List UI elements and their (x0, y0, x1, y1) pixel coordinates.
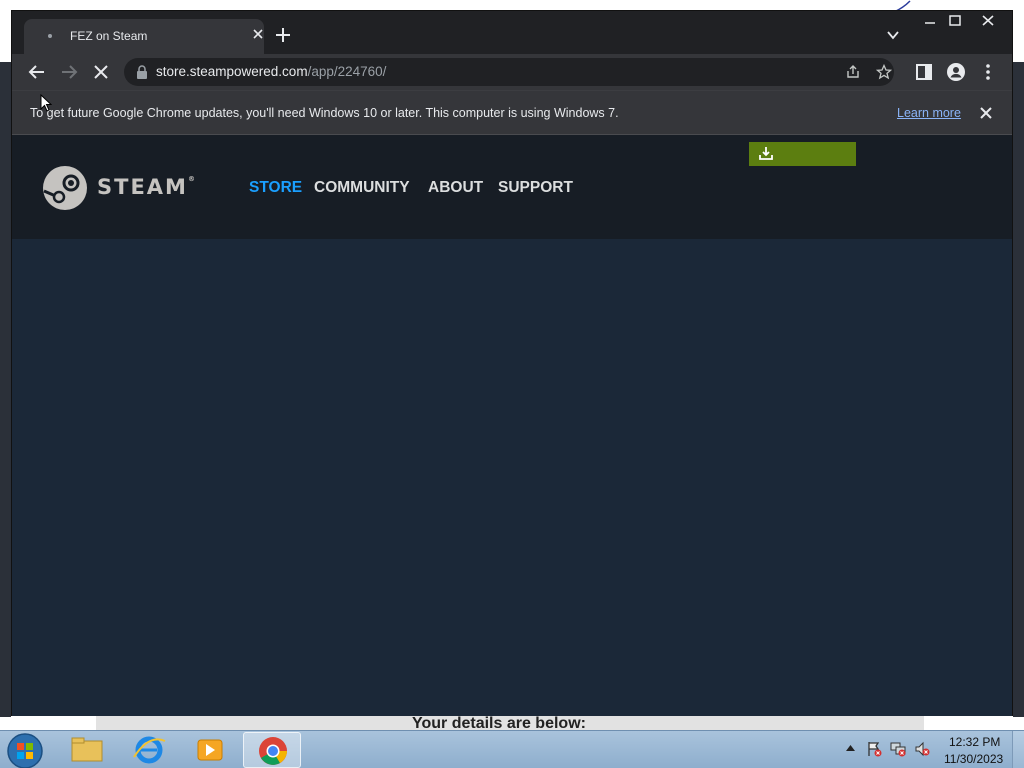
internet-explorer-icon (133, 736, 166, 764)
background-window-edge-left (0, 62, 11, 717)
start-orb-icon[interactable] (6, 732, 44, 768)
browser-toolbar: store.steampowered.com/app/224760/ (12, 54, 1012, 90)
tab-search-chevron-icon[interactable] (886, 28, 900, 42)
action-center-flag-icon[interactable] (866, 741, 882, 757)
learn-more-link[interactable]: Learn more (897, 106, 961, 120)
url-text[interactable]: store.steampowered.com/app/224760/ (156, 64, 386, 79)
show-desktop-button[interactable] (1012, 731, 1024, 768)
side-panel-icon[interactable] (914, 62, 934, 82)
mouse-cursor-icon (40, 94, 52, 112)
background-window-text: Your details are below: (412, 715, 586, 730)
clock-date[interactable]: 11/30/2023 (944, 752, 1003, 766)
steam-wordmark[interactable]: STEAM® (97, 175, 197, 199)
volume-muted-icon[interactable] (914, 741, 930, 757)
taskbar-internet-explorer[interactable] (120, 732, 178, 768)
nav-about[interactable]: ABOUT (428, 179, 483, 197)
tab-close-icon[interactable] (250, 26, 266, 42)
window-maximize-icon[interactable] (942, 11, 968, 31)
share-icon[interactable] (845, 64, 861, 80)
steam-logo-icon[interactable] (42, 165, 88, 211)
tray-overflow-arrow-icon[interactable] (846, 745, 855, 751)
install-steam-button[interactable] (749, 142, 856, 166)
forward-arrow-icon[interactable] (59, 62, 79, 82)
steam-page: STEAM® STORE COMMUNITY ABOUT SUPPORT (12, 135, 1012, 716)
nav-support[interactable]: SUPPORT (498, 179, 573, 197)
chrome-icon (259, 737, 287, 765)
window-minimize-icon[interactable] (917, 11, 943, 31)
browser-window: FEZ on Steam store.steampowered.com/app/… (11, 10, 1013, 716)
taskbar-chrome[interactable] (243, 732, 301, 768)
taskbar-media-player[interactable] (181, 732, 239, 768)
background-window-edge-right (1013, 62, 1024, 717)
back-arrow-icon[interactable] (27, 62, 47, 82)
profile-avatar-icon[interactable] (946, 62, 966, 82)
update-infobar: To get future Google Chrome updates, you… (12, 90, 1012, 135)
media-player-icon (197, 739, 223, 761)
clock-time[interactable]: 12:32 PM (949, 735, 1000, 749)
taskbar-explorer[interactable] (58, 732, 116, 768)
nav-community[interactable]: COMMUNITY (314, 179, 410, 197)
window-close-icon[interactable] (970, 11, 1006, 31)
address-bar[interactable]: store.steampowered.com/app/224760/ (124, 58, 894, 86)
steam-wordmark-text: STEAM (97, 175, 188, 199)
background-window-strip: Your details are below: (96, 715, 924, 730)
url-host: store.steampowered.com (156, 64, 308, 79)
steam-trademark: ® (187, 175, 197, 183)
infobar-close-icon[interactable] (979, 106, 993, 120)
nav-store[interactable]: STORE (249, 179, 302, 197)
install-download-icon (759, 147, 773, 160)
windows-taskbar: 12:32 PM 11/30/2023 (0, 730, 1024, 768)
folder-icon (71, 737, 103, 762)
lock-icon[interactable] (136, 65, 148, 79)
stop-loading-icon[interactable] (91, 62, 111, 82)
bookmark-star-icon[interactable] (876, 64, 892, 80)
tab-title: FEZ on Steam (70, 29, 148, 43)
infobar-message: To get future Google Chrome updates, you… (30, 106, 619, 120)
browser-tab[interactable]: FEZ on Steam (24, 19, 264, 54)
loading-favicon-icon (48, 34, 52, 38)
steam-header: STEAM® STORE COMMUNITY ABOUT SUPPORT (12, 135, 1012, 239)
url-path: /app/224760/ (307, 64, 387, 79)
tab-strip: FEZ on Steam (12, 11, 1012, 54)
network-icon[interactable] (890, 741, 906, 757)
new-tab-icon[interactable] (274, 26, 292, 44)
kebab-menu-icon[interactable] (978, 62, 998, 82)
